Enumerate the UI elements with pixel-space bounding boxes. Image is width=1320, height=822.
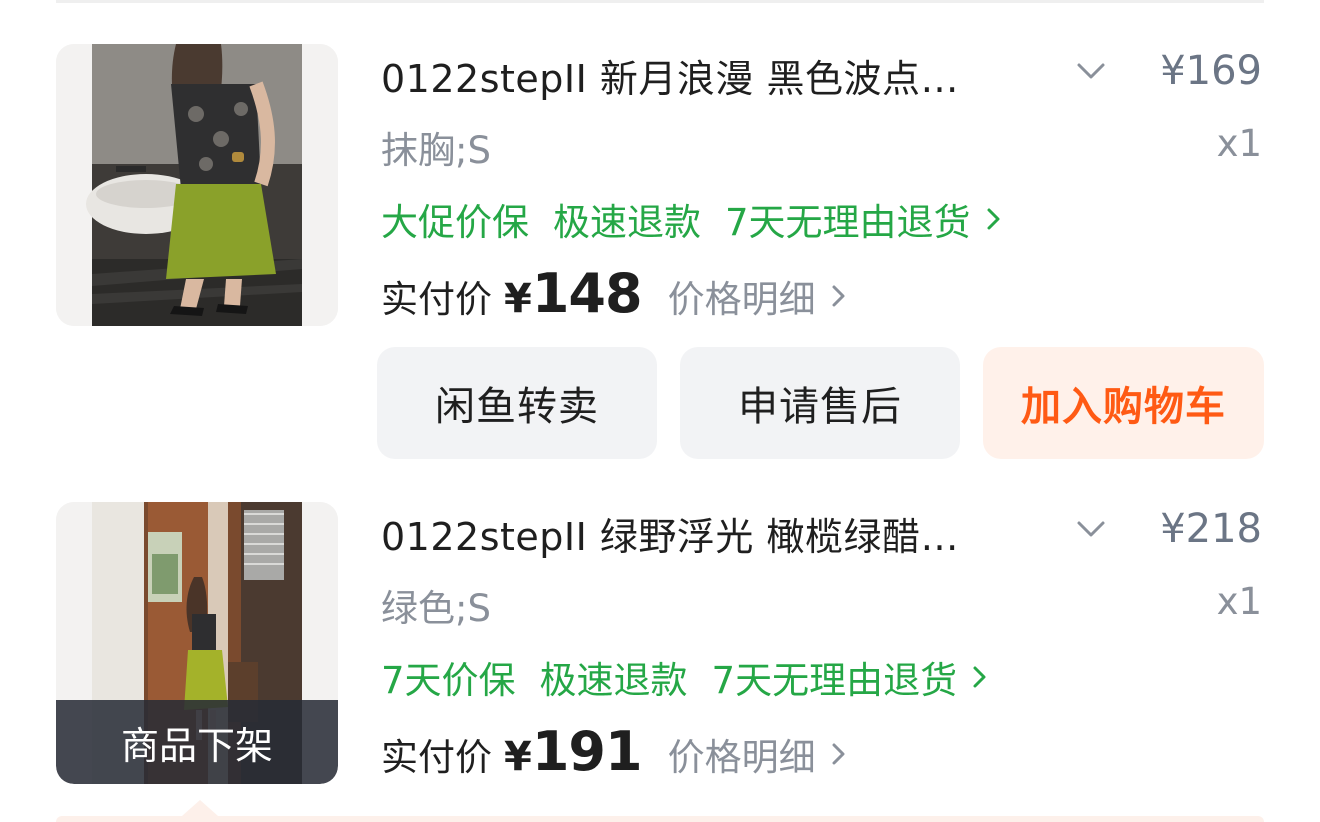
chevron-right-icon bbox=[832, 285, 845, 307]
after-sales-button[interactable]: 申请售后 bbox=[680, 347, 960, 459]
paid-amount: 191 bbox=[531, 720, 643, 783]
paid-currency: ¥ bbox=[504, 276, 532, 322]
service-tag: 大促价保 bbox=[381, 201, 529, 244]
paid-price-row: 实付价 ¥ 191 价格明细 bbox=[381, 720, 852, 783]
unit-price: ¥169 bbox=[1160, 48, 1262, 94]
quantity: x1 bbox=[1216, 122, 1262, 165]
service-tags[interactable]: 7天价保 极速退款 7天无理由退货 bbox=[381, 650, 993, 704]
sku-spec: 抹胸;S bbox=[381, 129, 491, 172]
notice-band bbox=[56, 816, 1264, 822]
service-tag: 极速退款 bbox=[539, 659, 688, 702]
quantity: x1 bbox=[1216, 580, 1262, 623]
product-title[interactable]: 0122stepII 新月浪漫 黑色波点… bbox=[381, 48, 959, 103]
paid-price-row: 实付价 ¥ 148 价格明细 bbox=[381, 262, 852, 325]
chevron-right-icon bbox=[973, 666, 986, 688]
paid-amount: 148 bbox=[531, 262, 643, 325]
order-item: 0122stepII 新月浪漫 黑色波点… ¥169 抹胸;S x1 大促价保 … bbox=[0, 0, 1320, 470]
order-item: 商品下架 0122stepII 绿野浮光 橄榄绿醋… ¥218 绿色;S x1 … bbox=[0, 470, 1320, 822]
resell-button[interactable]: 闲鱼转卖 bbox=[377, 347, 657, 459]
delisted-badge: 商品下架 bbox=[56, 700, 338, 784]
chevron-right-icon bbox=[832, 743, 845, 765]
product-photo bbox=[56, 44, 338, 326]
price-detail-label: 价格明细 bbox=[667, 736, 816, 779]
product-thumbnail[interactable]: 商品下架 bbox=[56, 502, 338, 784]
price-detail-link[interactable]: 价格明细 bbox=[668, 727, 852, 781]
paid-price-label: 实付价 bbox=[381, 278, 492, 321]
product-title[interactable]: 0122stepII 绿野浮光 橄榄绿醋… bbox=[381, 506, 959, 561]
service-tag: 7天价保 bbox=[381, 659, 516, 702]
add-to-cart-button[interactable]: 加入购物车 bbox=[983, 347, 1264, 459]
chevron-down-icon[interactable] bbox=[1074, 54, 1108, 88]
paid-currency: ¥ bbox=[504, 734, 532, 780]
paid-price-label: 实付价 bbox=[381, 736, 492, 779]
sku-spec: 绿色;S bbox=[381, 587, 491, 630]
unit-price: ¥218 bbox=[1160, 506, 1262, 552]
service-tag: 7天无理由退货 bbox=[725, 201, 971, 244]
bubble-pointer bbox=[182, 800, 218, 816]
service-tag: 极速退款 bbox=[553, 201, 701, 244]
chevron-down-icon[interactable] bbox=[1074, 512, 1108, 546]
price-detail-label: 价格明细 bbox=[667, 278, 816, 321]
price-detail-link[interactable]: 价格明细 bbox=[668, 269, 852, 323]
product-thumbnail[interactable] bbox=[56, 44, 338, 326]
service-tag: 7天无理由退货 bbox=[711, 659, 958, 702]
service-tags[interactable]: 大促价保 极速退款 7天无理由退货 bbox=[381, 192, 1007, 246]
chevron-right-icon bbox=[987, 208, 1000, 230]
